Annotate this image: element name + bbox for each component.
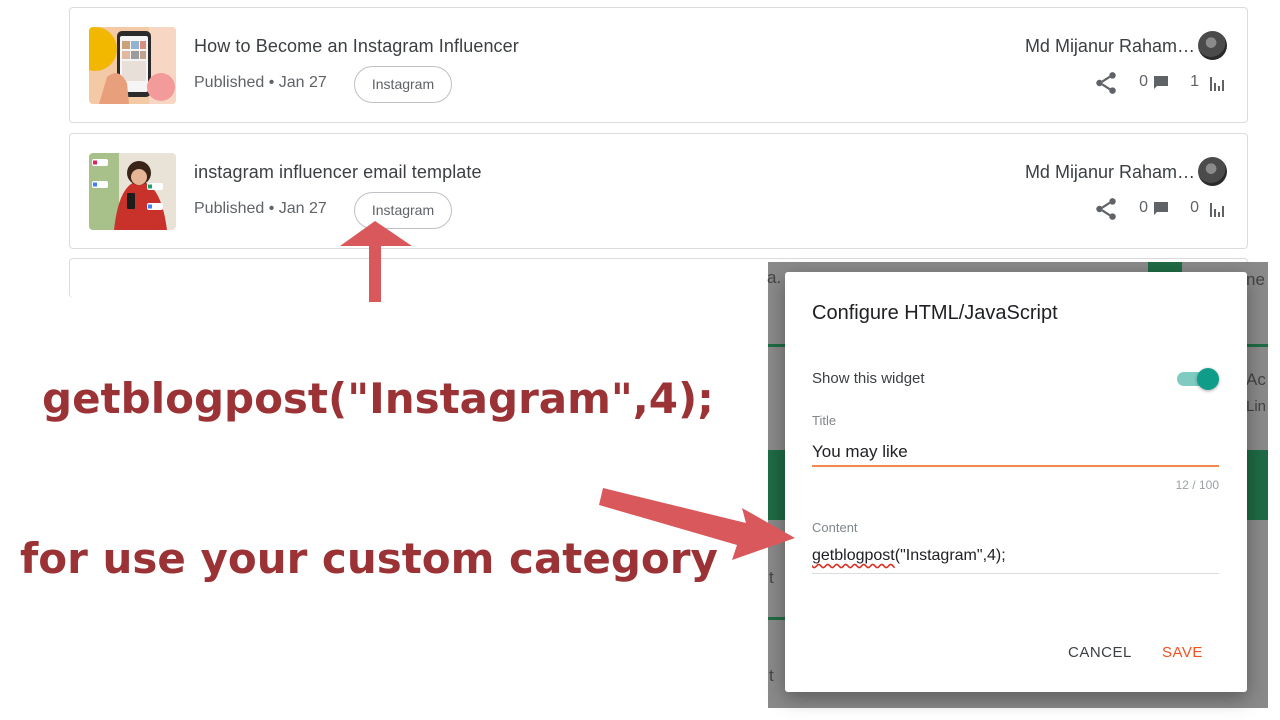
label-chip[interactable]: Instagram — [354, 66, 452, 103]
background-text: a. — [767, 268, 782, 287]
background-text: t — [769, 568, 774, 587]
background-text: ne — [1246, 270, 1265, 289]
view-count: 0 — [1190, 199, 1199, 216]
save-button[interactable]: SAVE — [1162, 644, 1203, 661]
share-icon[interactable] — [1093, 196, 1119, 222]
views-bar-icon — [1210, 77, 1224, 91]
character-counter: 12 / 100 — [1175, 478, 1219, 492]
post-published-date: Published • Jan 27 — [194, 74, 327, 91]
background-text: Lin — [1246, 398, 1267, 415]
background-strip — [768, 450, 785, 520]
view-count: 1 — [1190, 73, 1199, 90]
post-thumbnail[interactable] — [89, 27, 176, 104]
post-stats: 0 0 — [1085, 196, 1225, 222]
background-text: t — [769, 666, 774, 685]
content-args: ("Instagram",4); — [894, 547, 1006, 564]
content-textarea[interactable]: getblogpost("Instagram",4); — [812, 547, 1219, 574]
author-name: Md Mijanur Raham… — [1024, 162, 1195, 182]
show-widget-toggle[interactable] — [1177, 368, 1219, 390]
toggle-knob — [1197, 368, 1219, 390]
post-thumbnail[interactable] — [89, 153, 176, 230]
background-strip — [768, 344, 785, 347]
background-strip — [1246, 450, 1268, 520]
content-misspelled-word: getblogpost — [812, 547, 895, 564]
views-bar-icon — [1210, 203, 1224, 217]
cancel-button[interactable]: CANCEL — [1068, 644, 1132, 661]
comment-count: 0 — [1139, 73, 1148, 90]
post-stats: 0 1 — [1085, 70, 1225, 96]
author-avatar — [1198, 157, 1227, 186]
dialog-title: Configure HTML/JavaScript — [812, 302, 1058, 324]
influencer-photo-image — [89, 153, 176, 230]
content-field-label: Content — [812, 520, 858, 535]
annotation-code-line: getblogpost("Instagram",4); — [42, 374, 714, 423]
post-title[interactable]: How to Become an Instagram Influencer — [194, 36, 519, 57]
post-card[interactable]: instagram influencer email template Publ… — [69, 133, 1248, 249]
background-text: Ac — [1246, 370, 1266, 389]
configure-widget-dialog: Configure HTML/JavaScript Show this widg… — [785, 272, 1247, 692]
post-published-date: Published • Jan 27 — [194, 200, 327, 217]
comment-icon[interactable] — [1153, 201, 1169, 217]
show-widget-label: Show this widget — [812, 370, 925, 387]
post-card[interactable]: How to Become an Instagram Influencer Pu… — [69, 7, 1248, 123]
author-name: Md Mijanur Raham… — [1024, 36, 1195, 56]
author-avatar — [1198, 31, 1227, 60]
annotation-caption: for use your custom category — [20, 534, 718, 583]
background-strip — [1246, 344, 1268, 347]
background-strip — [768, 617, 785, 620]
post-title[interactable]: instagram influencer email template — [194, 162, 482, 183]
label-chip[interactable]: Instagram — [354, 192, 452, 229]
background-strip — [1148, 262, 1182, 272]
title-field-label: Title — [812, 413, 837, 428]
share-icon[interactable] — [1093, 70, 1119, 96]
comment-icon[interactable] — [1153, 75, 1169, 91]
title-input[interactable] — [812, 439, 1219, 467]
phone-photo-image — [89, 27, 176, 104]
comment-count: 0 — [1139, 199, 1148, 216]
